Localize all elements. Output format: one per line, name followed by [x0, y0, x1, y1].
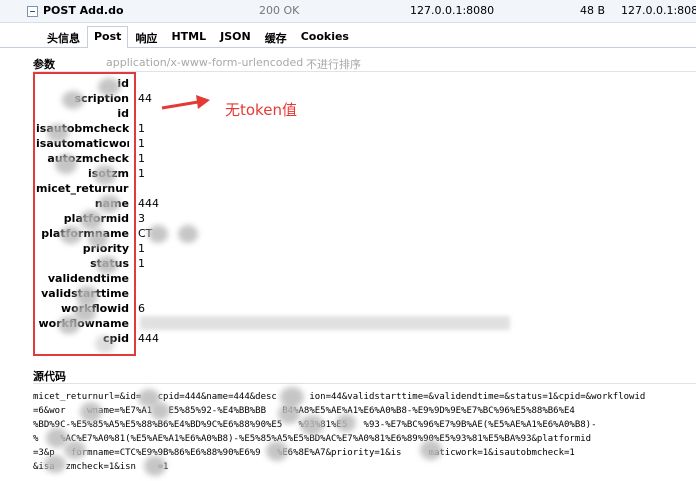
tab-1[interactable]: Post [87, 26, 129, 48]
param-value [138, 76, 438, 91]
param-value: 444 [138, 332, 159, 345]
request-row[interactable]: POST Add.do 200 OK 127.0.0.1:8080 48 B 1… [0, 0, 696, 23]
request-host: 127.0.0.1:8080 [410, 4, 495, 17]
blur-mask [420, 440, 442, 460]
param-value: 1 [138, 152, 145, 165]
param-value: 1 [138, 137, 145, 150]
blur-mask [300, 415, 324, 435]
param-value: 1 [138, 122, 145, 135]
annotation-text: 无token值 [225, 101, 297, 119]
arrow-right-icon [161, 95, 210, 110]
request-status: 200 OK [259, 4, 300, 17]
tab-4[interactable]: JSON [213, 26, 258, 48]
param-value: 1 [138, 242, 145, 255]
source-divider [33, 383, 696, 384]
source-code: micet_returnurl=&id= cpid=444&name=444&d… [33, 392, 646, 472]
request-size: 48 B [580, 4, 606, 17]
blur-mask [266, 441, 288, 461]
blur-mask [336, 414, 356, 432]
param-value: 1 [138, 257, 145, 270]
blur-mask [80, 402, 102, 422]
blur-mask [148, 225, 168, 243]
params-label: 参数 [33, 58, 55, 71]
detail-tabs: 头信息 Post 响应 HTML JSON 缓存 Cookies [40, 26, 356, 48]
blur-mask [64, 441, 86, 459]
tab-3[interactable]: HTML [164, 26, 213, 48]
highlight-box [33, 72, 136, 356]
blur-smear [140, 316, 510, 330]
param-value [138, 181, 438, 196]
blur-mask [178, 225, 198, 243]
tab-5[interactable]: 缓存 [258, 26, 294, 48]
param-value: 3 [138, 212, 145, 225]
tab-2[interactable]: 响应 [128, 26, 164, 48]
param-value [138, 286, 438, 301]
request-name: POST Add.do [43, 4, 124, 17]
source-label: 源代码 [33, 370, 66, 383]
blur-mask [144, 456, 166, 476]
blur-mask [44, 455, 66, 473]
param-value: 6 [138, 302, 145, 315]
sort-toggle[interactable]: 不进行排序 [306, 56, 361, 72]
param-value: 1 [138, 167, 145, 180]
tab-0[interactable]: 头信息 [40, 26, 87, 48]
params-header: 参数 application/x-www-form-urlencoded 不进行… [0, 52, 696, 72]
param-value: 444 [138, 197, 159, 210]
params-encoding: application/x-www-form-urlencoded [106, 56, 304, 69]
tab-6[interactable]: Cookies [294, 26, 356, 48]
param-value [138, 271, 438, 286]
collapse-toggle-icon[interactable] [27, 6, 38, 17]
request-remote-ip: 127.0.0.1:8080 [621, 4, 696, 17]
blur-mask [150, 402, 170, 420]
blur-mask [278, 404, 300, 424]
